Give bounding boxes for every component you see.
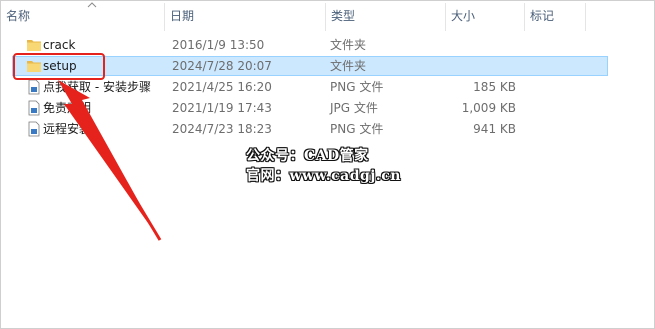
column-name-label: 名称 <box>6 9 31 23</box>
file-name: crack <box>43 38 76 52</box>
file-row[interactable]: 远程安装 2024/7/23 18:23 PNG 文件 941 KB <box>12 119 608 139</box>
image-file-icon <box>28 100 40 116</box>
column-type-label: 类型 <box>331 9 356 23</box>
file-date: 2021/4/25 16:20 <box>172 80 272 94</box>
column-type-header[interactable]: 类型 <box>326 1 445 31</box>
file-row[interactable]: 免责声明 2021/1/19 17:43 JPG 文件 1,009 KB <box>12 98 608 118</box>
column-tags-label: 标记 <box>530 9 555 23</box>
file-type: PNG 文件 <box>330 80 384 94</box>
file-date: 2021/1/19 17:43 <box>172 101 272 115</box>
file-row[interactable]: crack 2016/1/9 13:50 文件夹 <box>12 35 608 55</box>
file-size <box>436 35 516 55</box>
file-type: 文件夹 <box>330 38 367 52</box>
column-name-header[interactable]: 名称 <box>1 1 164 31</box>
file-date: 2024/7/23 18:23 <box>172 122 272 136</box>
column-size-header[interactable]: 大小 <box>446 1 524 31</box>
file-row[interactable]: 点我获取 - 安装步骤 2021/4/25 16:20 PNG 文件 185 K… <box>12 77 608 97</box>
watermark-line1: 公众号：CAD管家 <box>246 148 369 164</box>
file-type: PNG 文件 <box>330 122 384 136</box>
file-date: 2016/1/9 13:50 <box>172 38 265 52</box>
file-type: 文件夹 <box>330 59 367 73</box>
image-file-icon <box>28 121 40 137</box>
file-size: 1,009 KB <box>461 101 516 115</box>
image-file-icon <box>28 79 40 95</box>
file-name: 免责声明 <box>43 101 92 115</box>
file-name: 点我获取 - 安装步骤 <box>43 80 151 94</box>
file-size <box>436 56 516 76</box>
column-divider[interactable] <box>585 3 586 31</box>
column-tags-header[interactable]: 标记 <box>525 1 585 31</box>
column-size-label: 大小 <box>451 9 476 23</box>
file-name: 远程安装 <box>43 122 92 136</box>
column-date-label: 日期 <box>170 9 195 23</box>
column-header: 名称 日期 类型 大小 标记 <box>1 1 654 31</box>
highlight-box <box>13 53 105 80</box>
column-date-header[interactable]: 日期 <box>165 1 325 31</box>
folder-icon <box>27 40 41 51</box>
watermark-line2: 官网：www.cadgj.cn <box>246 168 401 184</box>
sort-ascending-icon <box>87 2 97 8</box>
file-size: 185 KB <box>473 80 516 94</box>
file-type: JPG 文件 <box>330 101 378 115</box>
file-date: 2024/7/28 20:07 <box>172 59 272 73</box>
file-size: 941 KB <box>473 122 516 136</box>
